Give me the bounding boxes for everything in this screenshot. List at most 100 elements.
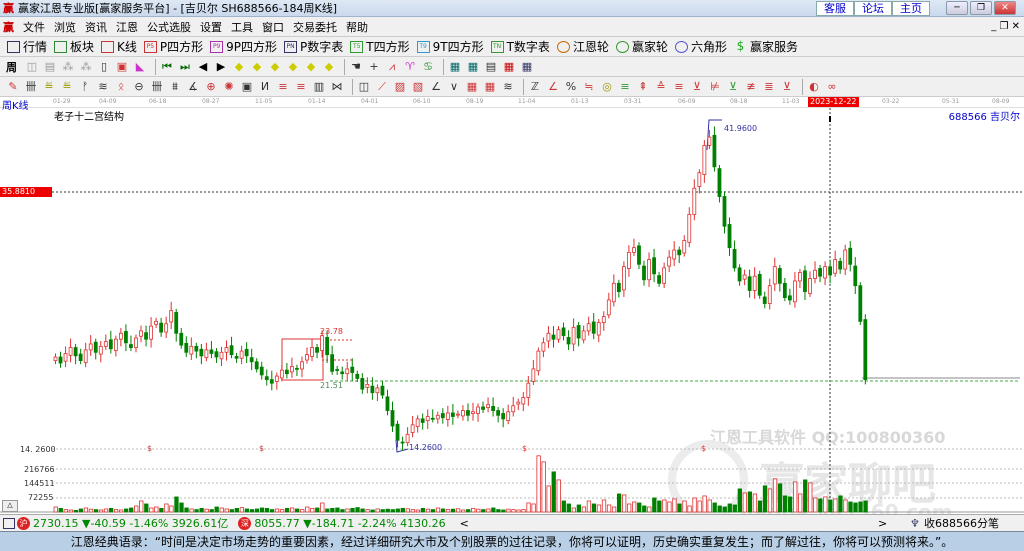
toolbar-button[interactable]: 赢家轮: [615, 39, 668, 54]
menu-item[interactable]: 交易委托: [293, 19, 337, 35]
toolbar-button[interactable]: 板块: [54, 39, 95, 54]
menu-item[interactable]: 文件: [23, 19, 45, 35]
analysis-tool-icon[interactable]: ∠: [429, 80, 443, 94]
analysis-tool-icon[interactable]: ≝: [60, 80, 74, 94]
analysis-tool-icon[interactable]: ◫: [357, 80, 371, 94]
toolbar-button[interactable]: P9 9P四方形: [210, 39, 278, 54]
home-link[interactable]: 主页: [892, 1, 930, 16]
drawing-tool-icon[interactable]: ▦: [520, 60, 534, 74]
expand-panel-button[interactable]: △: [2, 500, 18, 512]
close-button[interactable]: ✕: [994, 1, 1016, 15]
toolbar-button[interactable]: T5 T四方形: [350, 39, 410, 54]
toolbar-button[interactable]: K线: [101, 39, 137, 54]
analysis-tool-icon[interactable]: ᛟ: [114, 80, 128, 94]
analysis-tool-icon[interactable]: ▦: [465, 80, 479, 94]
analysis-tool-icon[interactable]: ≝: [42, 80, 56, 94]
service-link[interactable]: 客服: [816, 1, 854, 16]
analysis-tool-icon[interactable]: ≡: [294, 80, 308, 94]
analysis-tool-icon[interactable]: ≋: [96, 80, 110, 94]
analysis-tool-icon[interactable]: ⊖: [132, 80, 146, 94]
toolbar-button[interactable]: 六角形: [674, 39, 727, 54]
analysis-tool-icon[interactable]: ≣: [762, 80, 776, 94]
analysis-tool-icon[interactable]: ∡: [186, 80, 200, 94]
menu-item[interactable]: 设置: [200, 19, 222, 35]
drawing-tool-icon[interactable]: ♋: [421, 60, 435, 74]
analysis-tool-icon[interactable]: ∠: [546, 80, 560, 94]
analysis-tool-icon[interactable]: ≡: [618, 80, 632, 94]
analysis-tool-icon[interactable]: ∞: [825, 80, 839, 94]
analysis-tool-icon[interactable]: ▥: [312, 80, 326, 94]
drawing-tool-icon[interactable]: ▤: [43, 60, 57, 74]
drawing-tool-icon[interactable]: ▣: [115, 60, 129, 74]
analysis-tool-icon[interactable]: ⊭: [708, 80, 722, 94]
toolbar-button[interactable]: PN P数字表: [284, 39, 344, 54]
analysis-tool-icon[interactable]: ≋: [501, 80, 515, 94]
analysis-tool-icon[interactable]: ⋈: [330, 80, 344, 94]
analysis-tool-icon[interactable]: %: [564, 80, 578, 94]
menu-item[interactable]: 工具: [231, 19, 253, 35]
toolbar-button[interactable]: T9 9T四方形: [416, 39, 484, 54]
analysis-tool-icon[interactable]: ⊕: [204, 80, 218, 94]
drawing-tool-icon[interactable]: ▦: [502, 60, 516, 74]
analysis-tool-icon[interactable]: ▨: [393, 80, 407, 94]
drawing-tool-icon[interactable]: ◆: [232, 60, 246, 74]
toolbar-button[interactable]: 江恩轮: [556, 39, 609, 54]
analysis-tool-icon[interactable]: ⊻: [726, 80, 740, 94]
analysis-tool-icon[interactable]: ▧: [411, 80, 425, 94]
drawing-tool-icon[interactable]: ▶: [214, 60, 228, 74]
child-window-controls[interactable]: _ ❐ ✕: [991, 21, 1020, 32]
analysis-tool-icon[interactable]: И: [258, 80, 272, 94]
menu-item[interactable]: 公式选股: [147, 19, 191, 35]
analysis-tool-icon[interactable]: ◎: [600, 80, 614, 94]
analysis-tool-icon[interactable]: ◐: [807, 80, 821, 94]
analysis-tool-icon[interactable]: ⊻: [690, 80, 704, 94]
analysis-tool-icon[interactable]: ≇: [744, 80, 758, 94]
analysis-tool-icon[interactable]: ▦: [483, 80, 497, 94]
analysis-tool-icon[interactable]: ⇞: [636, 80, 650, 94]
analysis-tool-icon[interactable]: ≙: [654, 80, 668, 94]
drawing-tool-icon[interactable]: ⏮: [160, 60, 174, 74]
analysis-tool-icon[interactable]: ✎: [6, 80, 20, 94]
drawing-tool-icon[interactable]: ◆: [250, 60, 264, 74]
analysis-tool-icon[interactable]: ⟋: [375, 80, 389, 94]
drawing-tool-icon[interactable]: ▦: [448, 60, 462, 74]
drawing-tool-icon[interactable]: ◆: [268, 60, 282, 74]
menu-item[interactable]: 江恩: [116, 19, 138, 35]
drawing-tool-icon[interactable]: +: [367, 60, 381, 74]
toolbar-button[interactable]: $ 赢家服务: [734, 39, 798, 54]
drawing-tool-icon[interactable]: ◣: [133, 60, 147, 74]
drawing-tool-icon[interactable]: ◆: [322, 60, 336, 74]
quote-grid-icon[interactable]: [3, 517, 15, 529]
analysis-tool-icon[interactable]: ≒: [582, 80, 596, 94]
drawing-tool-icon[interactable]: ♈: [403, 60, 417, 74]
restore-button[interactable]: ❐: [970, 1, 992, 15]
analysis-tool-icon[interactable]: 卌: [24, 80, 38, 94]
analysis-tool-icon[interactable]: ⊻: [780, 80, 794, 94]
scroll-left-button[interactable]: <: [460, 517, 469, 530]
analysis-tool-icon[interactable]: ≡: [672, 80, 686, 94]
drawing-tool-icon[interactable]: ▯: [97, 60, 111, 74]
minimize-button[interactable]: ─: [946, 1, 968, 15]
drawing-tool-icon[interactable]: ⏭: [178, 60, 192, 74]
analysis-tool-icon[interactable]: ≡: [276, 80, 290, 94]
drawing-tool-icon[interactable]: ◫: [25, 60, 39, 74]
menu-item[interactable]: 帮助: [346, 19, 368, 35]
toolbar-button[interactable]: P5 P四方形: [143, 39, 204, 54]
analysis-tool-icon[interactable]: ∨: [447, 80, 461, 94]
scroll-right-button[interactable]: >: [878, 517, 887, 530]
menu-item[interactable]: 浏览: [54, 19, 76, 35]
drawing-tool-icon[interactable]: ◆: [286, 60, 300, 74]
drawing-tool-icon[interactable]: ⁂: [61, 60, 75, 74]
analysis-tool-icon[interactable]: ✺: [222, 80, 236, 94]
forum-link[interactable]: 论坛: [854, 1, 892, 16]
drawing-tool-icon[interactable]: ▦: [466, 60, 480, 74]
toolbar-button[interactable]: 行情: [7, 39, 48, 54]
menu-item[interactable]: 资讯: [85, 19, 107, 35]
kline-chart[interactable]: [0, 108, 1024, 514]
analysis-tool-icon[interactable]: ᚠ: [78, 80, 92, 94]
tick-data-label[interactable]: 收688566分笔: [924, 515, 999, 531]
drawing-tool-icon[interactable]: ⩘: [385, 60, 399, 74]
analysis-tool-icon[interactable]: ▣: [240, 80, 254, 94]
drawing-tool-icon[interactable]: ◆: [304, 60, 318, 74]
analysis-tool-icon[interactable]: ⩩: [168, 80, 182, 94]
